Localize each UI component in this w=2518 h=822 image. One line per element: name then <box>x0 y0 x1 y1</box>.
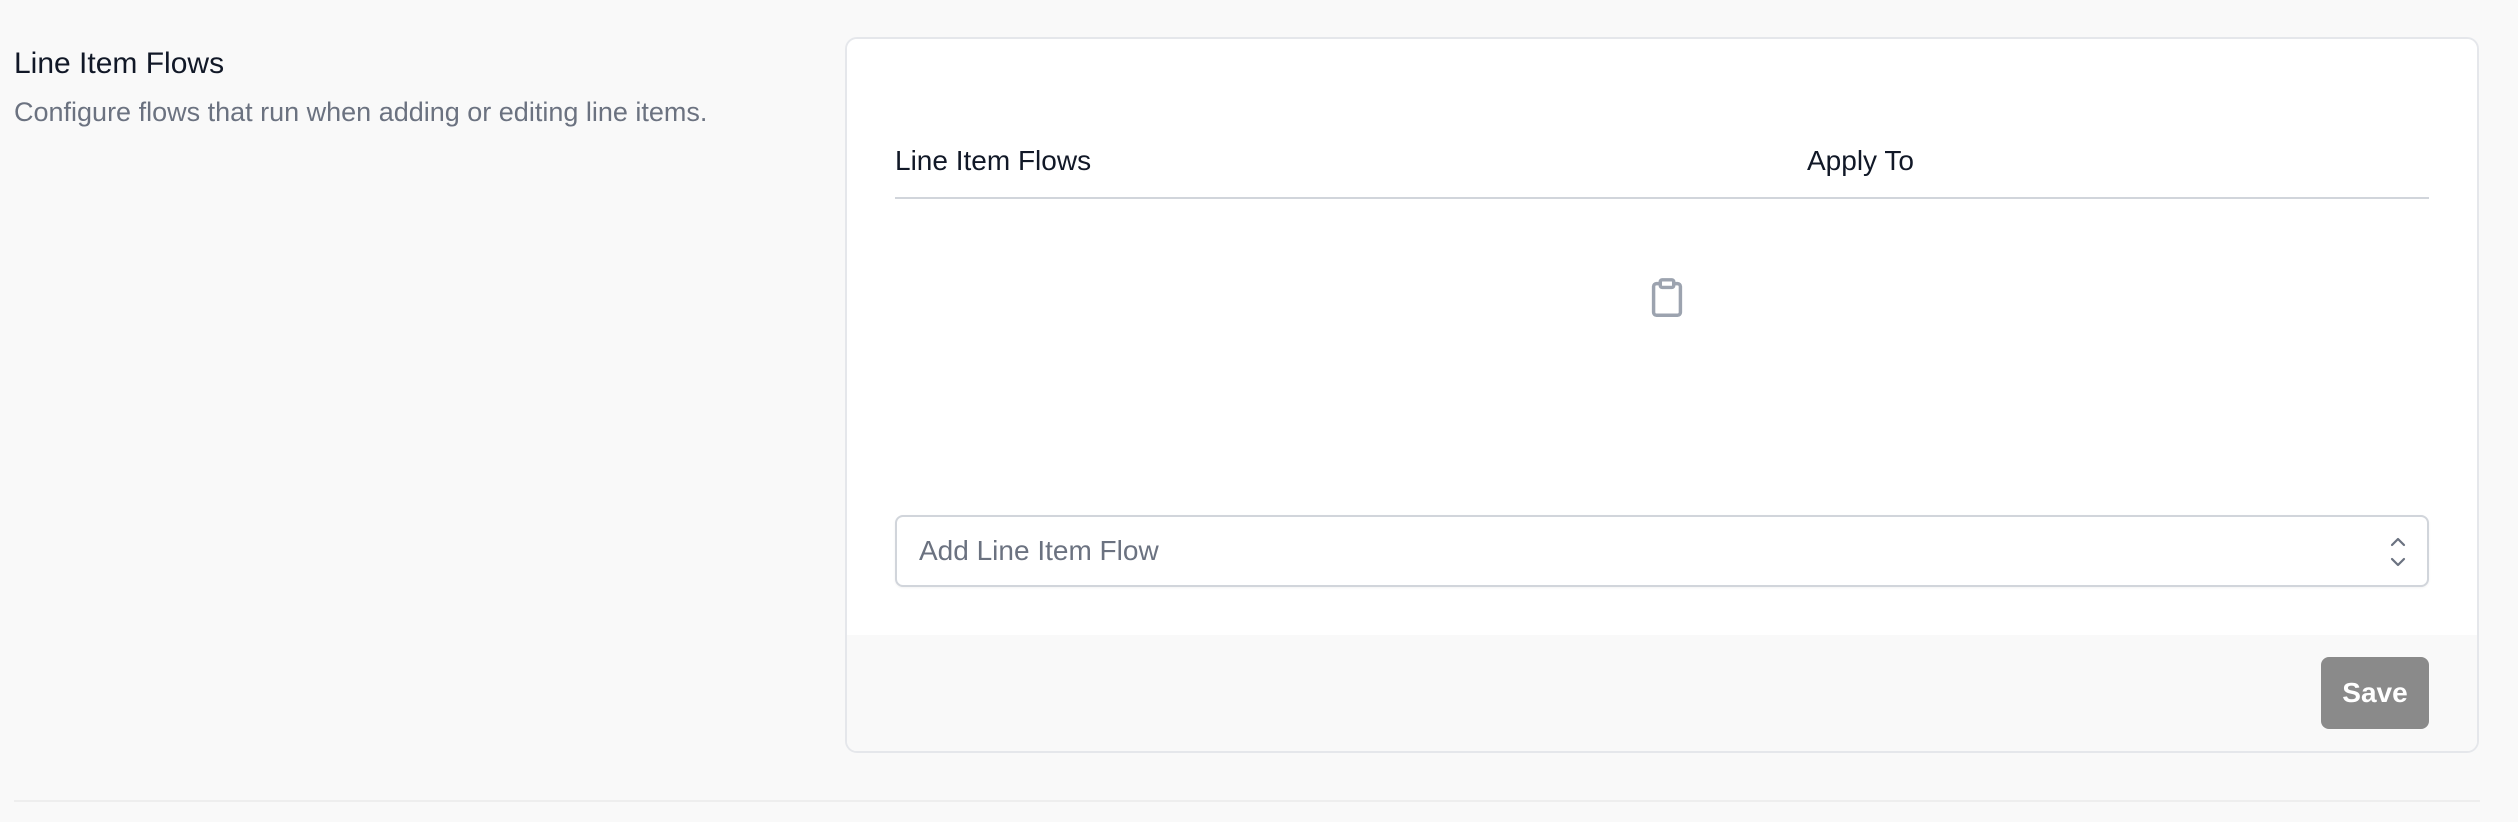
clipboard-icon <box>1644 275 1690 321</box>
card-body: Line Item Flows Apply To Add Line Item F… <box>847 39 2477 635</box>
save-button[interactable]: Save <box>2321 657 2429 729</box>
section-info: Line Item Flows Configure flows that run… <box>14 44 814 130</box>
settings-page: Line Item Flows Configure flows that run… <box>0 0 2518 822</box>
column-header-apply-to: Apply To <box>1807 145 1914 176</box>
card-footer: Save <box>847 635 2477 751</box>
section-description: Configure flows that run when adding or … <box>14 97 708 127</box>
table-header: Line Item Flows Apply To <box>895 103 2429 199</box>
line-item-flows-card: Line Item Flows Apply To Add Line Item F… <box>845 37 2479 753</box>
section-title: Line Item Flows <box>14 47 225 80</box>
add-line-item-flow-select[interactable]: Add Line Item Flow <box>895 515 2429 587</box>
section-divider <box>14 800 2480 802</box>
chevron-up-down-icon <box>2387 533 2409 571</box>
add-line-item-flow-placeholder: Add Line Item Flow <box>919 535 1159 566</box>
column-header-line-item-flows: Line Item Flows <box>895 145 1092 176</box>
